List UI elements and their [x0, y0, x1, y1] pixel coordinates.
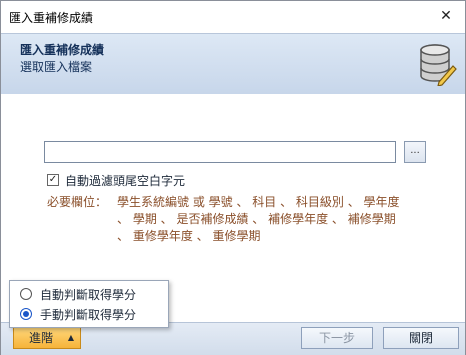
wizard-header: 匯入重補修成績 選取匯入檔案 [1, 33, 465, 95]
required-fields-label: 必要欄位： [47, 195, 108, 209]
required-fields-line: 、 學期 、 是否補修成績 、 補修學年度 、 補修學期 [117, 212, 396, 226]
menu-item-manual-credit[interactable]: 手動判斷取得學分 [20, 306, 136, 322]
menu-item-label: 自動判斷取得學分 [40, 287, 137, 302]
advanced-menu: 自動判斷取得學分 手動判斷取得學分 [9, 280, 169, 328]
window-title: 匯入重補修成績 [9, 11, 94, 25]
required-fields-line: 、 重修學年度 、 重修學期 [117, 229, 261, 243]
close-icon[interactable]: ✕ [437, 7, 455, 25]
advanced-label: 進階 [29, 331, 54, 345]
next-button[interactable]: 下一步 [301, 327, 373, 349]
title-bar: 匯入重補修成績 ✕ [1, 1, 465, 33]
browse-button[interactable]: ... [404, 141, 426, 163]
header-title: 匯入重補修成績 [20, 43, 105, 57]
required-fields-line: 學生系統編號 或 學號 、 科目 、 科目級別 、 學年度 [117, 195, 400, 209]
advanced-button[interactable]: 進階 ▲ [13, 327, 81, 349]
trim-checkbox[interactable]: ✓ [47, 174, 59, 186]
database-icon [420, 44, 457, 86]
trim-whitespace-option[interactable]: ✓ 自動過濾頭尾空白字元 [47, 173, 186, 188]
menu-item-auto-credit[interactable]: 自動判斷取得學分 [20, 286, 136, 302]
dropdown-arrow-icon: ▲ [67, 333, 74, 342]
import-dialog: 匯入重補修成績 ✕ 匯入重補修成績 選取匯入檔案 ... ✓ 自動過濾頭尾空白字… [0, 0, 466, 355]
radio-manual-credit[interactable] [20, 308, 32, 320]
trim-label: 自動過濾頭尾空白字元 [65, 173, 186, 188]
file-path-input[interactable] [44, 141, 396, 163]
header-subtitle: 選取匯入檔案 [20, 60, 93, 74]
radio-auto-credit[interactable] [20, 288, 32, 300]
close-button[interactable]: 關閉 [383, 327, 459, 349]
menu-item-label: 手動判斷取得學分 [40, 307, 137, 322]
